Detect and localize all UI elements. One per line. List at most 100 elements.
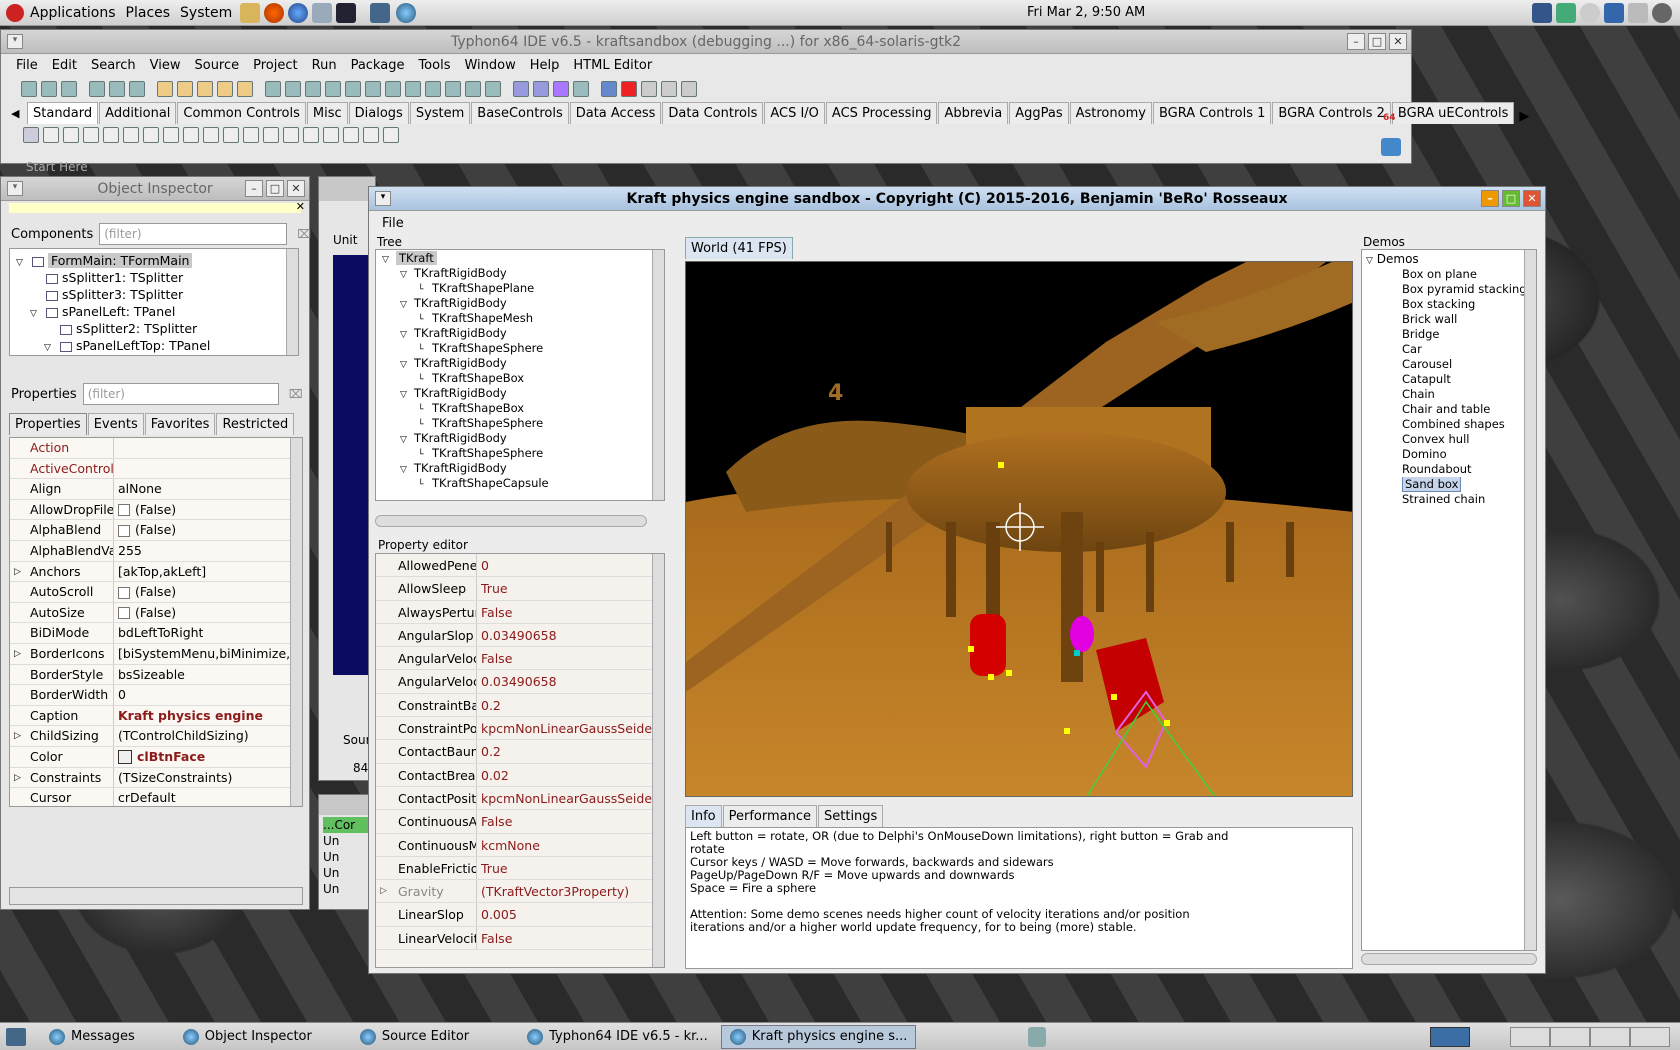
property-row[interactable]: ActiveControl: [10, 458, 302, 480]
kraft-maximize-button[interactable]: □: [1502, 190, 1520, 207]
property-value[interactable]: (False): [114, 603, 176, 623]
update-icon[interactable]: [312, 2, 333, 23]
property-grid-scrollbar[interactable]: [290, 438, 302, 806]
kraft-tree-item[interactable]: ▽ TKraftRigidBody: [376, 431, 664, 446]
docking-icon[interactable]: [365, 81, 381, 97]
components-filter-clear-icon[interactable]: ⌧: [297, 227, 311, 241]
kraft-tree-scrollbar[interactable]: [652, 250, 664, 500]
property-row[interactable]: AutoSize (False): [10, 602, 302, 624]
trash-icon[interactable]: [1028, 1027, 1046, 1047]
palette-scroll-right-icon[interactable]: ▶: [1519, 109, 1529, 124]
world-scene[interactable]: 4: [686, 262, 1353, 797]
message-item[interactable]: Un: [323, 849, 371, 865]
tab-astronomy[interactable]: Astronomy: [1069, 102, 1152, 124]
property-row[interactable]: AlphaBlend (False): [10, 520, 302, 541]
demo-item[interactable]: Bridge: [1362, 327, 1536, 342]
new-form-icon[interactable]: [177, 81, 193, 97]
kraft-tree-item[interactable]: └ TKraftShapeMesh: [376, 311, 664, 326]
workspace-switcher[interactable]: [1430, 1027, 1470, 1047]
kraft-property-value[interactable]: kcmNone: [477, 834, 540, 856]
network-icon[interactable]: [1556, 3, 1576, 23]
property-value[interactable]: alNone: [114, 479, 162, 499]
expand-icon[interactable]: ▽: [30, 306, 42, 320]
menu-run[interactable]: Run: [305, 58, 344, 73]
kraft-property-row[interactable]: LinearVelocityFalse: [376, 926, 664, 951]
kraft-property-value[interactable]: True: [477, 857, 508, 879]
source-editor-titlebar[interactable]: [319, 177, 375, 201]
workspace-3[interactable]: [1550, 1027, 1590, 1047]
message-item[interactable]: Un: [323, 833, 371, 849]
source-tab[interactable]: Sour: [343, 733, 371, 747]
expand-icon[interactable]: └: [418, 418, 432, 431]
expand-icon[interactable]: ▷: [14, 562, 21, 582]
label-icon[interactable]: [103, 127, 119, 143]
tab-acs-io[interactable]: ACS I/O: [764, 102, 825, 124]
property-value[interactable]: bsSizeable: [114, 665, 185, 685]
oi-hint-close-icon[interactable]: ✕: [296, 200, 305, 213]
property-row[interactable]: Cursor crDefault: [10, 788, 302, 806]
property-value[interactable]: 255: [114, 541, 142, 561]
expand-icon[interactable]: ▽: [400, 463, 414, 476]
workspace-4[interactable]: [1590, 1027, 1630, 1047]
world-tab[interactable]: World (41 FPS): [685, 237, 793, 259]
maximize-button[interactable]: □: [1368, 33, 1386, 50]
message-item[interactable]: Un: [323, 881, 371, 897]
oi-close-button[interactable]: ✕: [287, 180, 305, 197]
property-row[interactable]: ▷ BorderIcons [biSystemMenu,biMinimize,: [10, 643, 302, 665]
checkbox-icon[interactable]: [183, 127, 199, 143]
expand-icon[interactable]: ▽: [400, 433, 414, 446]
kraft-property-row[interactable]: Gravity (TKraftVector3Property) ▷: [376, 880, 664, 904]
expand-icon[interactable]: ▽: [400, 388, 414, 401]
kraft-tree-item[interactable]: └ TKraftShapeSphere: [376, 446, 664, 461]
palette-down-icon[interactable]: [1381, 138, 1401, 156]
property-value[interactable]: (False): [114, 582, 176, 602]
kraft-property-value[interactable]: False: [477, 601, 512, 623]
kraft-property-row[interactable]: AlwaysPertur False: [376, 600, 664, 624]
tab-standard[interactable]: Standard: [27, 102, 99, 124]
menu-html-editor[interactable]: HTML Editor: [566, 58, 659, 73]
ide-titlebar[interactable]: ▾ Typhon64 IDE v6.5 - kraftsandbox (debu…: [1, 30, 1411, 54]
tab-performance[interactable]: Performance: [722, 805, 817, 827]
kraft-property-value[interactable]: 0.03490658: [477, 670, 557, 692]
kraft-property-row[interactable]: ContactPositi kpcmNonLinearGaussSeidel: [376, 786, 664, 811]
taskbar-item[interactable]: Kraft physics engine s...: [720, 1024, 917, 1049]
property-row[interactable]: Align alNone: [10, 479, 302, 500]
property-editor-grid[interactable]: AllowedPenet 0 AllowSleep True AlwaysPertur F…: [375, 553, 665, 968]
demo-item[interactable]: Chain: [1362, 387, 1536, 402]
places-menu[interactable]: Places: [126, 5, 171, 21]
kraft-tree-hscrollbar[interactable]: [375, 515, 647, 527]
tab-misc[interactable]: Misc: [306, 102, 348, 124]
typhon-icon[interactable]: [396, 2, 417, 23]
expand-icon[interactable]: ▷: [380, 880, 387, 903]
view-units-icon[interactable]: [217, 81, 233, 97]
property-row[interactable]: BiDiMode bdLeftToRight: [10, 623, 302, 644]
kraft-titlebar[interactable]: ▾ Kraft physics engine sandbox - Copyrig…: [369, 187, 1545, 211]
kraft-property-row[interactable]: EnableFrictionTrue: [376, 856, 664, 881]
object-inspector-titlebar[interactable]: ▾ Object Inspector – □ ✕: [1, 177, 309, 201]
kraft-property-value[interactable]: (TKraftVector3Property): [477, 880, 629, 902]
settings-icon[interactable]: [445, 81, 461, 97]
kraft-property-row[interactable]: AllowedPenet 0: [376, 554, 664, 578]
property-row[interactable]: Caption Kraft physics engine: [10, 705, 302, 727]
kraft-property-value[interactable]: False: [477, 810, 512, 832]
kraft-tree-item[interactable]: ▽ TKraftRigidBody: [376, 326, 664, 341]
kraft-tree-item[interactable]: └ TKraftShapeSphere: [376, 341, 664, 356]
tab-acs-processing[interactable]: ACS Processing: [825, 102, 938, 124]
kraft-property-value[interactable]: 0.2: [477, 694, 501, 716]
expand-icon[interactable]: └: [418, 283, 432, 296]
kraft-tree-item[interactable]: └ TKraftShapeBox: [376, 401, 664, 416]
expand-icon[interactable]: ▷: [14, 726, 21, 746]
info-text[interactable]: Left button = rotate, OR (due to Delphi'…: [685, 827, 1353, 969]
tab-basecontrols[interactable]: BaseControls: [471, 102, 569, 124]
tab-dialogs[interactable]: Dialogs: [348, 102, 409, 124]
code-area[interactable]: [333, 255, 373, 675]
workspace-2[interactable]: [1510, 1027, 1550, 1047]
scrollbar-icon[interactable]: [263, 127, 279, 143]
monitor-icon[interactable]: [370, 2, 391, 23]
tab-info[interactable]: Info: [685, 805, 722, 827]
step-out-icon[interactable]: [681, 81, 697, 97]
kraft-tree-item[interactable]: └ TKraftShapeBox: [376, 371, 664, 386]
expand-icon[interactable]: └: [418, 313, 432, 326]
layout-icon[interactable]: [345, 81, 361, 97]
kraft-tree-item[interactable]: └ TKraftShapeSphere: [376, 416, 664, 431]
